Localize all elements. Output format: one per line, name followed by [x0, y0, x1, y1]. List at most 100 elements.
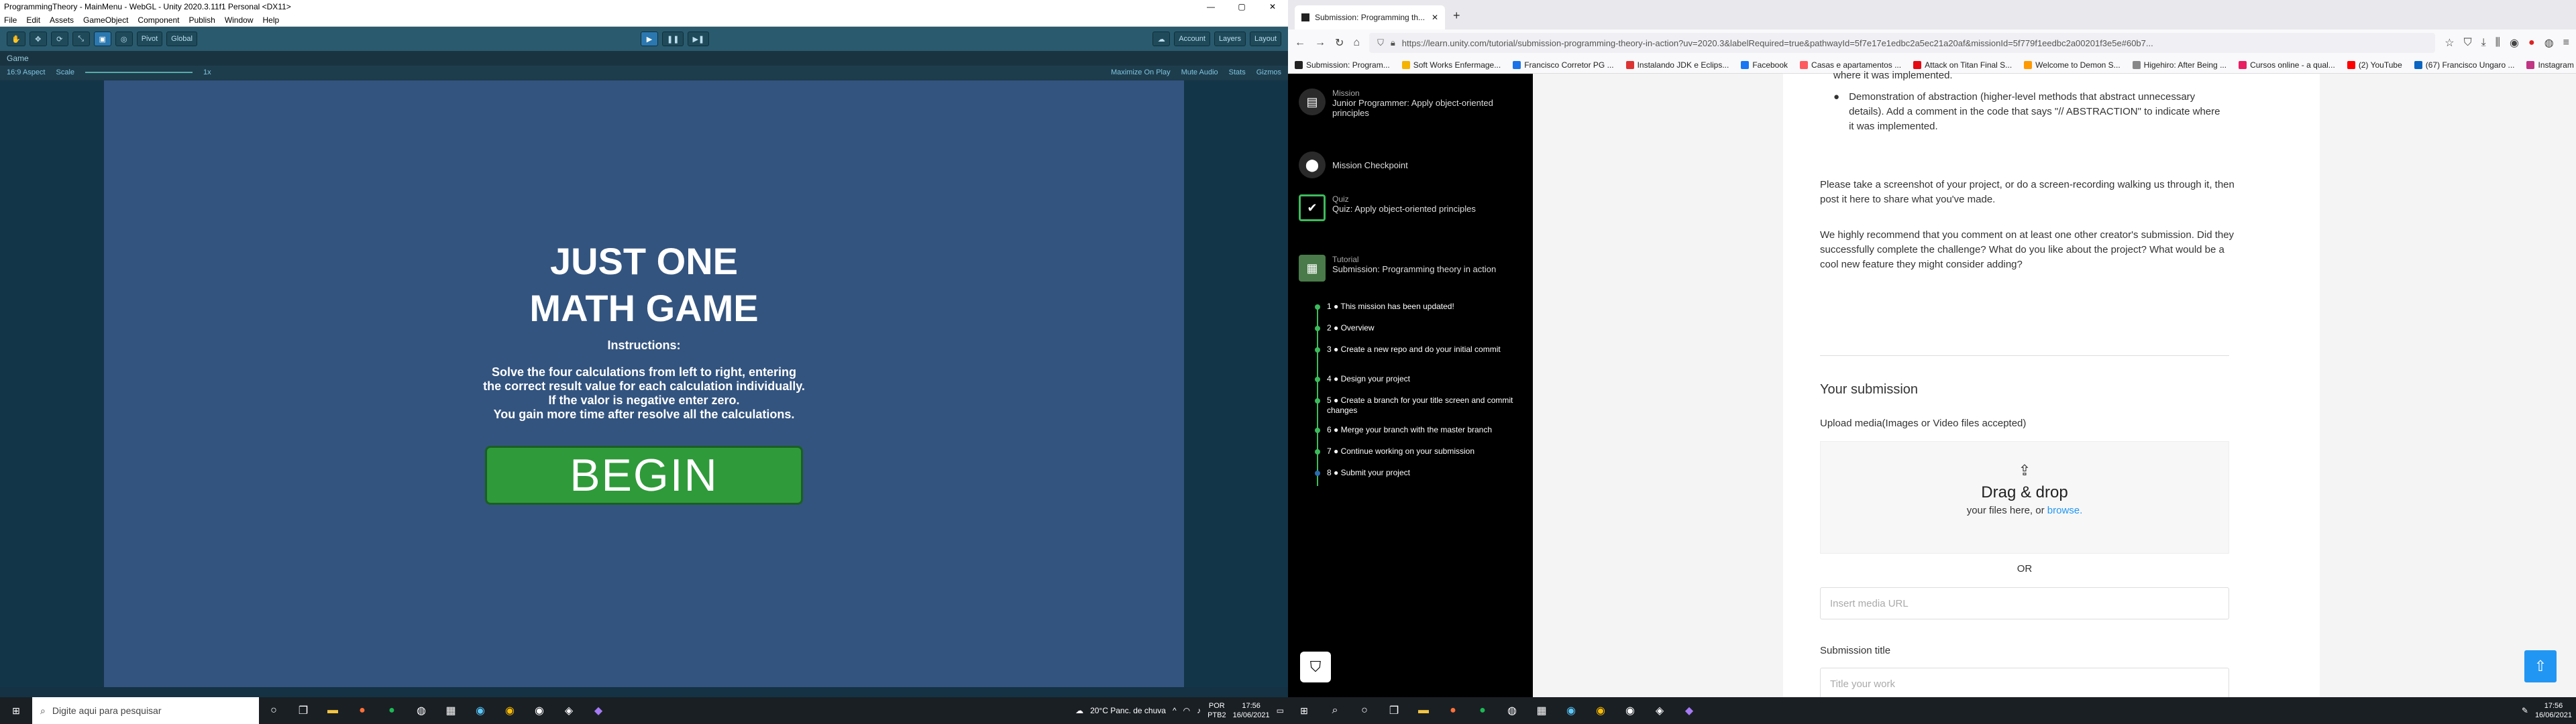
language-indicator[interactable]: POR PTB2 [1208, 701, 1226, 720]
close-icon[interactable]: ✕ [1257, 0, 1288, 13]
rotate-tool-icon[interactable]: ⟳ [50, 32, 68, 46]
cortana-icon[interactable]: ○ [259, 697, 288, 724]
menu-window[interactable]: Window [225, 15, 254, 25]
clock[interactable]: 17:56 16/06/2021 [1233, 701, 1270, 720]
menu-edit[interactable]: Edit [26, 15, 40, 25]
chrome-icon[interactable]: ◉ [1586, 697, 1615, 724]
aspect-dropdown[interactable]: 16:9 Aspect [7, 68, 46, 76]
firefox-icon[interactable]: ● [1438, 697, 1468, 724]
clock[interactable]: 17:56 16/06/2021 [2535, 701, 2572, 720]
layout-dropdown[interactable]: Layout [1249, 32, 1281, 46]
dropzone[interactable]: ⇪ Drag & drop your files here, or browse… [1820, 441, 2229, 554]
play-button[interactable]: ▶ [641, 32, 659, 46]
mute-audio-toggle[interactable]: Mute Audio [1181, 68, 1218, 76]
extension-icon[interactable]: ● [2528, 37, 2535, 49]
spotify-icon[interactable]: ● [1468, 697, 1497, 724]
begin-button[interactable]: BEGIN [485, 446, 803, 505]
menu-gameobject[interactable]: GameObject [83, 15, 128, 25]
menu-component[interactable]: Component [138, 15, 179, 25]
windows-start-icon[interactable]: ⊞ [0, 697, 32, 724]
visual-studio-icon[interactable]: ◆ [1674, 697, 1704, 724]
sidebar-checkpoint[interactable]: ⬤ Mission Checkpoint [1299, 152, 1408, 178]
notification-icon[interactable]: ▭ [1277, 706, 1284, 715]
media-url-input[interactable]: Insert media URL [1820, 587, 2229, 619]
maximize-icon[interactable]: ▢ [1226, 0, 1257, 13]
app-icon[interactable]: ◍ [407, 697, 436, 724]
step-item[interactable]: 3 ● Create a new repo and do your initia… [1315, 345, 1529, 374]
step-button[interactable]: ▶❚ [688, 32, 710, 46]
unity-icon[interactable]: ◈ [1645, 697, 1674, 724]
bookmark-item[interactable]: Soft Works Enfermage... [1401, 60, 1501, 70]
move-tool-icon[interactable]: ✥ [29, 32, 47, 46]
cortana-icon[interactable]: ○ [1350, 697, 1379, 724]
step-item[interactable]: 1 ● This mission has been updated! [1315, 302, 1529, 323]
stats-toggle[interactable]: Stats [1229, 68, 1246, 76]
library-icon[interactable]: ⫼ [2496, 37, 2500, 49]
downloads-icon[interactable]: ⤓ [2481, 37, 2486, 49]
step-item[interactable]: 8 ● Submit your project [1315, 468, 1529, 489]
file-explorer-icon[interactable]: ▬ [318, 697, 347, 724]
windows-start-icon[interactable]: ⊞ [1288, 697, 1320, 724]
firefox-icon[interactable]: ● [347, 697, 377, 724]
menu-icon[interactable]: ≡ [2563, 37, 2569, 49]
extension-icon-2[interactable]: ◍ [2544, 36, 2554, 50]
task-view-icon[interactable]: ❐ [288, 697, 318, 724]
app-icon[interactable]: ◍ [1497, 697, 1527, 724]
home-icon[interactable]: ⌂ [1353, 37, 1360, 49]
menu-assets[interactable]: Assets [50, 15, 74, 25]
step-item[interactable]: 2 ● Overview [1315, 323, 1529, 345]
back-icon[interactable]: ← [1295, 37, 1305, 49]
bookmark-item[interactable]: (2) YouTube [2347, 60, 2402, 70]
bookmark-item[interactable]: Francisco Corretor PG ... [1513, 60, 1614, 70]
bookmark-star-icon[interactable]: ☆ [2445, 36, 2454, 50]
new-tab-icon[interactable]: + [1445, 9, 1468, 29]
network-icon[interactable]: ◠ [1183, 706, 1190, 715]
scale-slider[interactable] [85, 72, 193, 73]
account-icon[interactable]: ◉ [2510, 36, 2519, 50]
app-icon-2[interactable]: ◉ [466, 697, 495, 724]
account-dropdown[interactable]: Account [1174, 32, 1210, 46]
rect-tool-icon[interactable]: ▣ [93, 32, 111, 46]
minimize-icon[interactable]: — [1195, 0, 1226, 13]
transform-tool-icon[interactable]: ◎ [115, 32, 133, 46]
sidebar-tutorial[interactable]: ▦ Tutorial Submission: Programming theor… [1299, 255, 1496, 282]
step-item[interactable]: 5 ● Create a branch for your title scree… [1315, 396, 1529, 425]
task-view-icon[interactable]: ❐ [1379, 697, 1409, 724]
step-item[interactable]: 7 ● Continue working on your submission [1315, 446, 1529, 468]
collab-icon[interactable]: ☁ [1152, 32, 1171, 46]
pen-icon[interactable]: ✎ [2522, 706, 2528, 715]
bookmark-item[interactable]: Submission: Program... [1295, 60, 1390, 70]
bookmark-item[interactable]: (67) Francisco Ungaro ... [2414, 60, 2514, 70]
file-explorer-icon[interactable]: ▬ [1409, 697, 1438, 724]
step-item[interactable]: 6 ● Merge your branch with the master br… [1315, 425, 1529, 446]
global-toggle[interactable]: Global [166, 32, 197, 46]
tab-game[interactable]: Game [0, 51, 1288, 66]
bookmark-item[interactable]: Instalando JDK e Eclips... [1625, 60, 1729, 70]
hand-tool-icon[interactable]: ✋ [7, 32, 25, 46]
pause-button[interactable]: ❚❚ [662, 32, 684, 46]
taskbar-search[interactable]: ⌕ Digite aqui para pesquisar [32, 697, 259, 724]
browser-tab[interactable]: Submission: Programming th... ✕ [1295, 5, 1445, 29]
visual-studio-icon[interactable]: ◆ [584, 697, 613, 724]
reload-icon[interactable]: ↻ [1335, 36, 1344, 50]
chrome-icon[interactable]: ◉ [495, 697, 525, 724]
sidebar-quiz[interactable]: ✔ Quiz Quiz: Apply object-oriented princ… [1299, 194, 1476, 221]
maximize-on-play-toggle[interactable]: Maximize On Play [1111, 68, 1171, 76]
pivot-toggle[interactable]: Pivot [136, 32, 163, 46]
bookmark-item[interactable]: Facebook [1741, 60, 1788, 70]
scroll-to-top-button[interactable]: ⇧ [2524, 650, 2557, 682]
sidebar-mission[interactable]: ▤ Mission Junior Programmer: Apply objec… [1299, 88, 1500, 118]
weather-text[interactable]: 20°C Panc. de chuva [1090, 706, 1166, 715]
calculator-icon[interactable]: ▦ [1527, 697, 1556, 724]
address-bar[interactable]: ⛉ 🔒︎ https://learn.unity.com/tutorial/su… [1369, 33, 2436, 53]
layers-dropdown[interactable]: Layers [1214, 32, 1246, 46]
app-icon-2[interactable]: ◉ [1556, 697, 1586, 724]
menu-file[interactable]: File [4, 15, 17, 25]
menu-publish[interactable]: Publish [189, 15, 215, 25]
forward-icon[interactable]: → [1315, 37, 1326, 49]
unity-icon[interactable]: ◈ [554, 697, 584, 724]
browse-link[interactable]: browse. [2047, 505, 2083, 516]
search-icon[interactable]: ⌕ [1320, 697, 1350, 724]
scale-tool-icon[interactable]: ⤡ [72, 32, 90, 46]
github-icon[interactable]: ◉ [525, 697, 554, 724]
